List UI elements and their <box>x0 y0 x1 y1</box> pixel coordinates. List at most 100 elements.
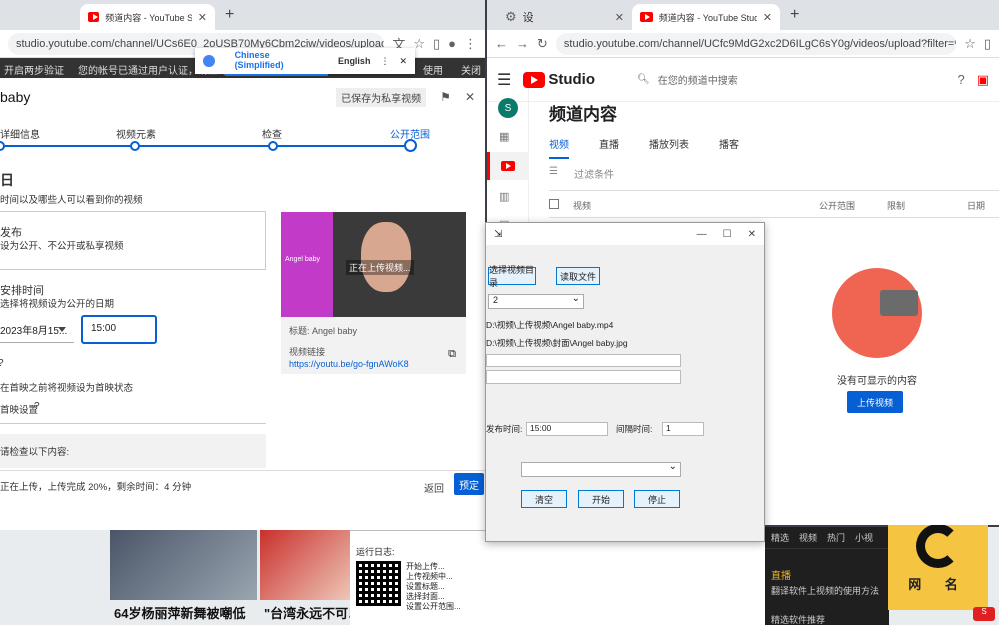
step-dot-active <box>404 139 417 152</box>
table-header: 视频 公开范围 限制 日期 <box>549 190 999 218</box>
search-box[interactable]: 🔍︎ 在您的频道中搜索 <box>637 72 867 87</box>
left-browser-window: 频道内容 - YouTube Studio ✕ + studio.youtube… <box>0 0 485 530</box>
panel-foot: 精选软件推荐 <box>771 615 826 625</box>
help-icon[interactable]: ? <box>34 401 40 412</box>
select-all-checkbox[interactable] <box>549 199 559 209</box>
preview-title: 标题: Angel baby <box>289 326 358 336</box>
clear-button[interactable]: 清空 <box>521 490 567 508</box>
news-card[interactable]: "台湾永远不可以 <box>260 530 360 625</box>
log-window: 运行日志: 开始上传... 上传视频中... 设置标题... 选择封面... 设… <box>350 530 765 625</box>
step-elements[interactable]: 视频元素 <box>116 126 156 141</box>
notice-action[interactable]: 使用 <box>423 62 443 77</box>
youtube-icon <box>523 71 546 88</box>
browser-tab[interactable]: 频道内容 - YouTube Studio ✕ <box>80 4 215 30</box>
close-icon[interactable]: ✕ <box>465 90 475 104</box>
read-file-button[interactable]: 读取文件 <box>556 267 600 285</box>
studio-logo[interactable]: Studio <box>523 71 595 88</box>
notice-action[interactable]: 关闭 <box>461 62 481 77</box>
sidebar-icon[interactable]: ▯ <box>433 36 440 52</box>
help-icon[interactable]: ? <box>0 358 4 369</box>
close-icon[interactable]: ✕ <box>763 11 772 24</box>
panel-tab[interactable]: 精选 <box>771 531 789 544</box>
premiere-label[interactable]: 首映设置 <box>0 402 38 416</box>
translate-bar: Chinese (Simplified) English ⋮ ✕ <box>195 46 415 76</box>
hamburger-icon[interactable]: ☰ <box>497 70 511 90</box>
sidebar-icon[interactable]: ▯ <box>984 36 991 52</box>
date-select[interactable]: 2023年8月15... <box>0 315 74 343</box>
new-tab-icon[interactable]: + <box>780 6 809 30</box>
tab-title: 频道内容 - YouTube Studio <box>658 12 757 23</box>
select-folder-button[interactable]: 选择视频目录 <box>488 265 536 288</box>
avatar[interactable]: S <box>498 98 518 118</box>
feedback-icon[interactable]: ⚑ <box>440 90 451 104</box>
tab-videos[interactable]: 视频 <box>549 136 569 159</box>
sidebar-item-content[interactable] <box>487 152 529 180</box>
news-thumbnail <box>110 530 257 600</box>
star-icon[interactable]: ☆ <box>413 36 425 52</box>
text-field[interactable] <box>486 370 681 384</box>
link-label: 视频链接 <box>289 347 326 357</box>
tab-podcasts[interactable]: 播客 <box>719 136 739 159</box>
profile-icon[interactable]: ● <box>448 36 456 51</box>
create-icon[interactable]: ▣ <box>977 72 989 88</box>
gap-input[interactable]: 1 <box>662 422 704 436</box>
browser-tab-active[interactable]: 频道内容 - YouTube Studio ✕ <box>632 4 780 30</box>
log-line: 设置公开范围... <box>406 602 461 611</box>
maximize-icon[interactable]: ☐ <box>723 229 732 240</box>
upload-dialog: baby 已保存为私享视频 ⚑ ✕ 详细信息 视频元素 检查 公开范围 日 时间… <box>0 78 485 528</box>
panel-tab[interactable]: 视频 <box>799 531 817 544</box>
schedule-button[interactable]: 预定 <box>454 473 484 495</box>
help-icon[interactable]: ? <box>957 72 964 87</box>
panel-tab[interactable]: 小视 <box>855 531 873 544</box>
copy-icon[interactable]: ⧉ <box>448 348 456 361</box>
close-icon[interactable]: ✕ <box>399 56 407 67</box>
forward-icon[interactable]: → <box>516 36 529 51</box>
new-tab-icon[interactable]: + <box>215 6 244 30</box>
count-combo[interactable]: 2 <box>488 293 584 309</box>
dashboard-icon[interactable]: ▦ <box>499 130 509 143</box>
stop-button[interactable]: 停止 <box>634 490 680 508</box>
start-button[interactable]: 开始 <box>578 490 624 508</box>
lang-option-selected[interactable]: Chinese (Simplified) <box>224 46 328 76</box>
empty-illustration <box>832 268 922 358</box>
close-icon[interactable]: ✕ <box>198 11 207 24</box>
upload-overlay: 正在上传视频... <box>346 260 414 275</box>
tab-live[interactable]: 直播 <box>599 136 619 159</box>
menu-icon[interactable]: ⋮ <box>464 36 477 52</box>
gear-icon: ⚙ <box>505 9 517 24</box>
step-checks[interactable]: 检查 <box>262 126 282 141</box>
tab-playlists[interactable]: 播放列表 <box>649 136 689 159</box>
content-icon <box>501 161 515 171</box>
camera-icon <box>880 290 918 316</box>
back-button[interactable]: 返回 <box>424 480 444 495</box>
text-field[interactable] <box>486 354 681 367</box>
youtube-icon <box>640 12 653 22</box>
back-icon[interactable]: ← <box>495 36 508 51</box>
col-date[interactable]: 日期 <box>967 199 985 212</box>
minimize-icon[interactable]: — <box>697 229 707 240</box>
studio-header: ☰ Studio 🔍︎ 在您的频道中搜索 ? ▣ <box>487 58 999 102</box>
lang-option[interactable]: English <box>338 56 371 66</box>
close-icon[interactable]: ✕ <box>615 11 624 24</box>
browser-tab[interactable]: ⚙ 设 ✕ <box>497 4 632 30</box>
window-titlebar: ⇲ — ☐ ✕ <box>486 223 764 245</box>
star-icon[interactable]: ☆ <box>964 36 976 52</box>
close-icon[interactable]: ✕ <box>748 229 756 240</box>
video-link[interactable]: https://youtu.be/go-fgnAWoK8 <box>281 358 466 370</box>
news-caption: "台湾永远不可以 <box>264 606 360 621</box>
analytics-icon[interactable]: ▥ <box>499 190 509 203</box>
panel-tab[interactable]: 热门 <box>827 531 845 544</box>
more-icon[interactable]: ⋮ <box>380 56 389 67</box>
upload-video-button[interactable]: 上传视频 <box>847 391 903 413</box>
address-bar[interactable]: studio.youtube.com/channel/UCfc9MdG2xc2D… <box>555 32 957 55</box>
filter-bar[interactable]: ☰ 过滤条件 <box>549 166 614 181</box>
news-card[interactable]: 64岁杨丽萍新舞被嘲低 <box>110 530 257 625</box>
step-details[interactable]: 详细信息 <box>0 126 40 141</box>
step-dot <box>130 141 140 151</box>
thumbnail[interactable]: Angel baby 正在上传视频... <box>281 212 466 317</box>
reload-icon[interactable]: ↻ <box>537 36 548 52</box>
time-label: 发布时间: <box>486 424 523 434</box>
option-combo[interactable] <box>521 461 681 477</box>
time-input[interactable]: 15:00 <box>81 315 157 344</box>
time-input[interactable]: 15:00 <box>526 422 608 436</box>
